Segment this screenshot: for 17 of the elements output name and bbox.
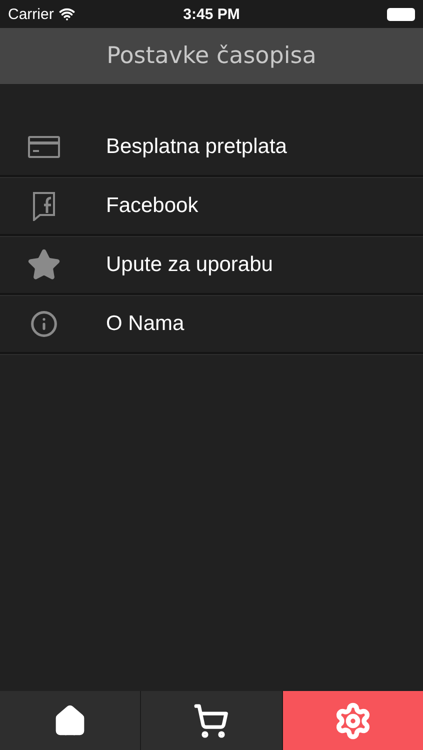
credit-card-icon	[28, 136, 60, 158]
star-icon	[27, 248, 61, 282]
info-icon	[30, 310, 58, 338]
tab-bar-button[interactable]	[0, 691, 140, 750]
menu-item[interactable]: Upute za uporabu	[0, 236, 423, 295]
status-time: 3:45 PM	[183, 6, 240, 22]
tab-bar-button[interactable]	[141, 691, 282, 750]
battery-icon	[387, 8, 415, 20]
screen-title: Postavke časopisa	[106, 43, 316, 69]
menu-item[interactable]: Facebook	[0, 177, 423, 236]
cart-icon	[193, 702, 230, 738]
facebook-icon	[31, 190, 57, 220]
wifi-icon	[58, 6, 75, 22]
menu-item[interactable]: O Nama	[0, 295, 423, 354]
menu-item[interactable]: Besplatna pretplata	[0, 118, 423, 177]
carrier-label: Carrier	[8, 6, 54, 22]
settings-icon	[334, 702, 372, 740]
